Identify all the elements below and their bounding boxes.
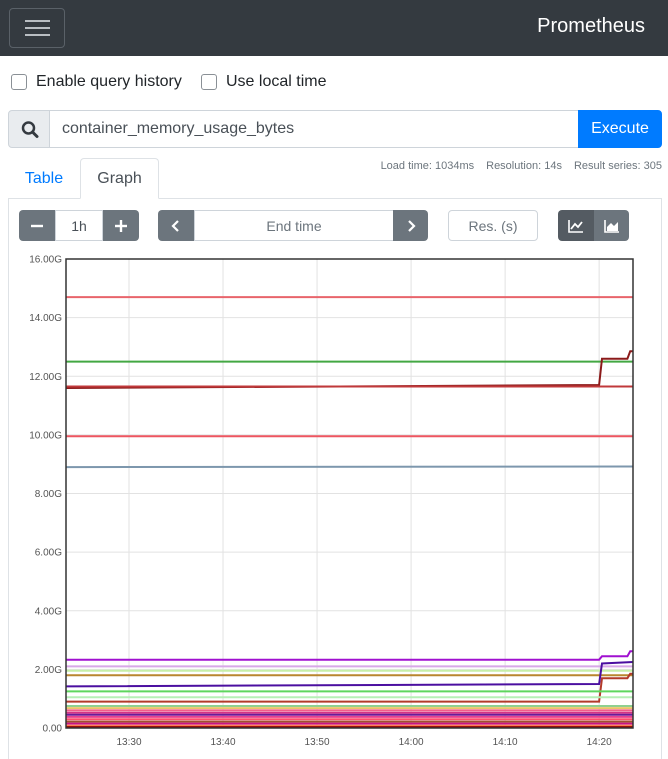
- x-tick-label: 14:20: [587, 737, 612, 748]
- menu-icon-bar: [25, 34, 50, 36]
- menu-icon-bar: [25, 27, 50, 29]
- x-tick-label: 13:30: [116, 737, 141, 748]
- plus-icon: [115, 219, 127, 232]
- previous-time-button[interactable]: [158, 210, 194, 241]
- next-time-button[interactable]: [393, 210, 428, 241]
- memory-usage-chart[interactable]: 0.00 2.00G 4.00G 6.00G 8.00G 10.00G 12.00G 14.0…: [0, 250, 668, 759]
- navbar: Prometheus: [0, 0, 668, 56]
- line-chart-icon: [568, 219, 583, 233]
- area-chart-icon: [603, 219, 619, 233]
- tab-table[interactable]: Table: [10, 158, 78, 199]
- x-tick-label: 13:40: [211, 737, 236, 748]
- x-tick-label: 14:10: [493, 737, 518, 748]
- local-time-label: Use local time: [226, 73, 327, 90]
- search-icon: [8, 110, 50, 148]
- chevron-right-icon: [407, 219, 416, 232]
- query-input[interactable]: container_memory_usage_bytes: [49, 110, 579, 148]
- menu-toggle-button[interactable]: [9, 8, 65, 48]
- brand-title[interactable]: Prometheus: [537, 15, 645, 38]
- resolution-input[interactable]: Res. (s): [448, 210, 538, 241]
- load-time: Load time: 1034ms: [380, 160, 475, 172]
- resolution: Resolution: 14s: [486, 160, 562, 172]
- y-tick-label: 12.00G: [29, 372, 62, 383]
- local-time-checkbox[interactable]: [201, 74, 217, 90]
- tab-graph[interactable]: Graph: [80, 158, 159, 199]
- query-stats: Load time: 1034ms Resolution: 14s Result…: [381, 160, 662, 172]
- local-time-option[interactable]: Use local time: [201, 72, 326, 92]
- query-history-label: Enable query history: [36, 73, 182, 90]
- y-tick-label: 4.00G: [35, 606, 62, 617]
- y-tick-label: 10.00G: [29, 430, 62, 441]
- y-tick-label: 14.00G: [29, 313, 62, 324]
- stacked-chart-button[interactable]: [594, 210, 629, 241]
- y-tick-label: 8.00G: [35, 489, 62, 500]
- query-bar: container_memory_usage_bytes Execute: [8, 110, 662, 148]
- increase-range-button[interactable]: [103, 210, 139, 241]
- query-history-checkbox[interactable]: [11, 74, 27, 90]
- x-tick-label: 13:50: [305, 737, 330, 748]
- minus-icon: [31, 224, 43, 227]
- end-time-input[interactable]: End time: [194, 210, 394, 241]
- menu-icon: [25, 20, 50, 22]
- decrease-range-button[interactable]: [19, 210, 55, 241]
- range-input[interactable]: 1h: [55, 210, 103, 241]
- result-series: Result series: 305: [573, 160, 662, 172]
- line-chart-button[interactable]: [558, 210, 594, 241]
- x-tick-label: 14:00: [399, 737, 424, 748]
- query-history-option[interactable]: Enable query history: [11, 72, 182, 92]
- y-tick-label: 2.00G: [35, 665, 62, 676]
- y-tick-label: 6.00G: [35, 548, 62, 559]
- chevron-left-icon: [171, 219, 179, 232]
- y-tick-label: 16.00G: [29, 255, 62, 266]
- series-line: [65, 465, 634, 469]
- y-tick-label: 0.00: [43, 724, 63, 735]
- execute-button[interactable]: Execute: [578, 110, 662, 148]
